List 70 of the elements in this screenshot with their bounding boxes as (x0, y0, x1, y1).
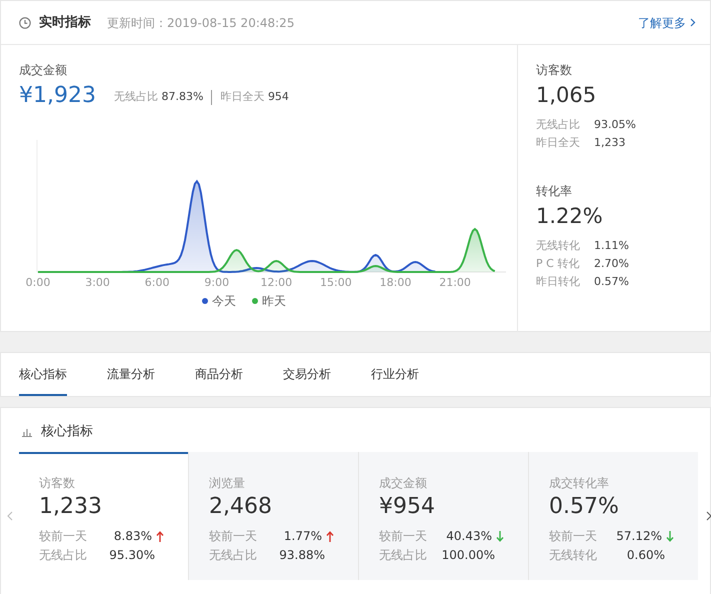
legend-label: 昨天 (262, 293, 286, 310)
row-label: 较前一天 (379, 528, 427, 545)
tab[interactable]: 行业分析 (371, 353, 419, 396)
row-value: 95.30% (109, 546, 155, 564)
metric-card[interactable]: 浏览量 2,468 较前一天 1.77% 无线占比 93.88% (189, 452, 358, 580)
learn-more-link[interactable]: 了解更多 (638, 14, 696, 32)
row-label: 无线占比 (209, 546, 257, 564)
metric-value: 1,065 (536, 83, 598, 108)
row-value: 8.83% (114, 528, 152, 545)
section-title: 实时指标 (39, 14, 91, 32)
row-value: 1.77% (284, 528, 322, 545)
row-label: 较前一天 (549, 528, 597, 545)
update-time: 更新时间：2019-08-15 20:48:25 (107, 14, 294, 32)
metric-label: 转化率 (536, 183, 573, 200)
metric-label: 访客数 (536, 62, 573, 79)
axis-label: 3:00 (85, 276, 110, 286)
row-label: 较前一天 (209, 528, 257, 545)
metric-card[interactable]: 访客数 1,233 较前一天 8.83% 无线占比 95.30% (19, 452, 188, 580)
section-title: 核心指标 (41, 423, 93, 441)
detail-value: 0.57% (594, 274, 629, 290)
tab[interactable]: 交易分析 (283, 353, 331, 396)
detail-label: 昨日转化 (536, 274, 581, 290)
axis-label: 12:00 (260, 276, 292, 286)
metric-label: 访客数 (39, 474, 76, 492)
legend-label: 今天 (212, 293, 236, 310)
detail-label: 昨日全天 (536, 135, 581, 152)
tab[interactable]: 核心指标 (19, 353, 67, 396)
detail-value: 1.11% (594, 238, 629, 254)
row-value: 57.12% (616, 528, 662, 545)
chevron-right-icon (690, 18, 696, 27)
metric-card[interactable]: 成交金额 ¥954 较前一天 40.43% 无线占比 100.00% (359, 452, 528, 580)
metric-value: 2,468 (209, 494, 273, 520)
axis-label: 18:00 (380, 276, 412, 286)
detail-value: 2.70% (594, 256, 629, 272)
detail-label: 无线转化 (536, 238, 581, 254)
row-value: 100.00% (442, 546, 495, 564)
metric-label: 成交转化率 (549, 474, 610, 492)
detail-value: 1,233 (594, 135, 626, 152)
metric-label: 浏览量 (209, 474, 246, 492)
tab[interactable]: 商品分析 (195, 353, 243, 396)
axis-label: 15:00 (320, 276, 352, 286)
axis-label: 6:00 (144, 276, 170, 286)
axis-label: 9:00 (204, 276, 230, 286)
metric-card[interactable]: 成交转化率 0.57% 较前一天 57.12% 无线转化 0.60% (529, 452, 698, 580)
detail-label: P C 转化 (536, 256, 580, 272)
detail-value: 93.05% (594, 117, 636, 134)
chevron-left-icon (7, 510, 13, 520)
metric-label: 成交金额 (379, 474, 428, 492)
metric-value: ¥1,923 (19, 83, 96, 110)
detail-label: 无线占比 (536, 117, 581, 134)
metric-value: 0.57% (549, 494, 620, 520)
bar-chart-icon (21, 426, 33, 438)
metric-detail: 无线占比 87.83% (114, 88, 204, 105)
metric-value: 1,233 (39, 494, 103, 520)
metric-label: 成交金额 (19, 62, 68, 79)
clock-icon (19, 16, 31, 28)
metric-value: 1.22% (536, 204, 604, 230)
row-label: 无线占比 (379, 546, 427, 564)
tab[interactable]: 流量分析 (107, 353, 155, 396)
row-value: 0.60% (626, 546, 665, 564)
row-label: 较前一天 (39, 528, 87, 545)
row-label: 无线占比 (39, 546, 87, 564)
row-label: 无线转化 (549, 546, 597, 564)
axis-label: 0:00 (26, 276, 50, 286)
metric-value: ¥954 (379, 494, 436, 520)
axis-label: 21:00 (439, 276, 471, 286)
chevron-right-icon (706, 510, 711, 520)
row-value: 40.43% (446, 528, 492, 545)
row-value: 93.88% (279, 546, 325, 564)
metric-detail: 昨日全天 954 (220, 88, 289, 105)
